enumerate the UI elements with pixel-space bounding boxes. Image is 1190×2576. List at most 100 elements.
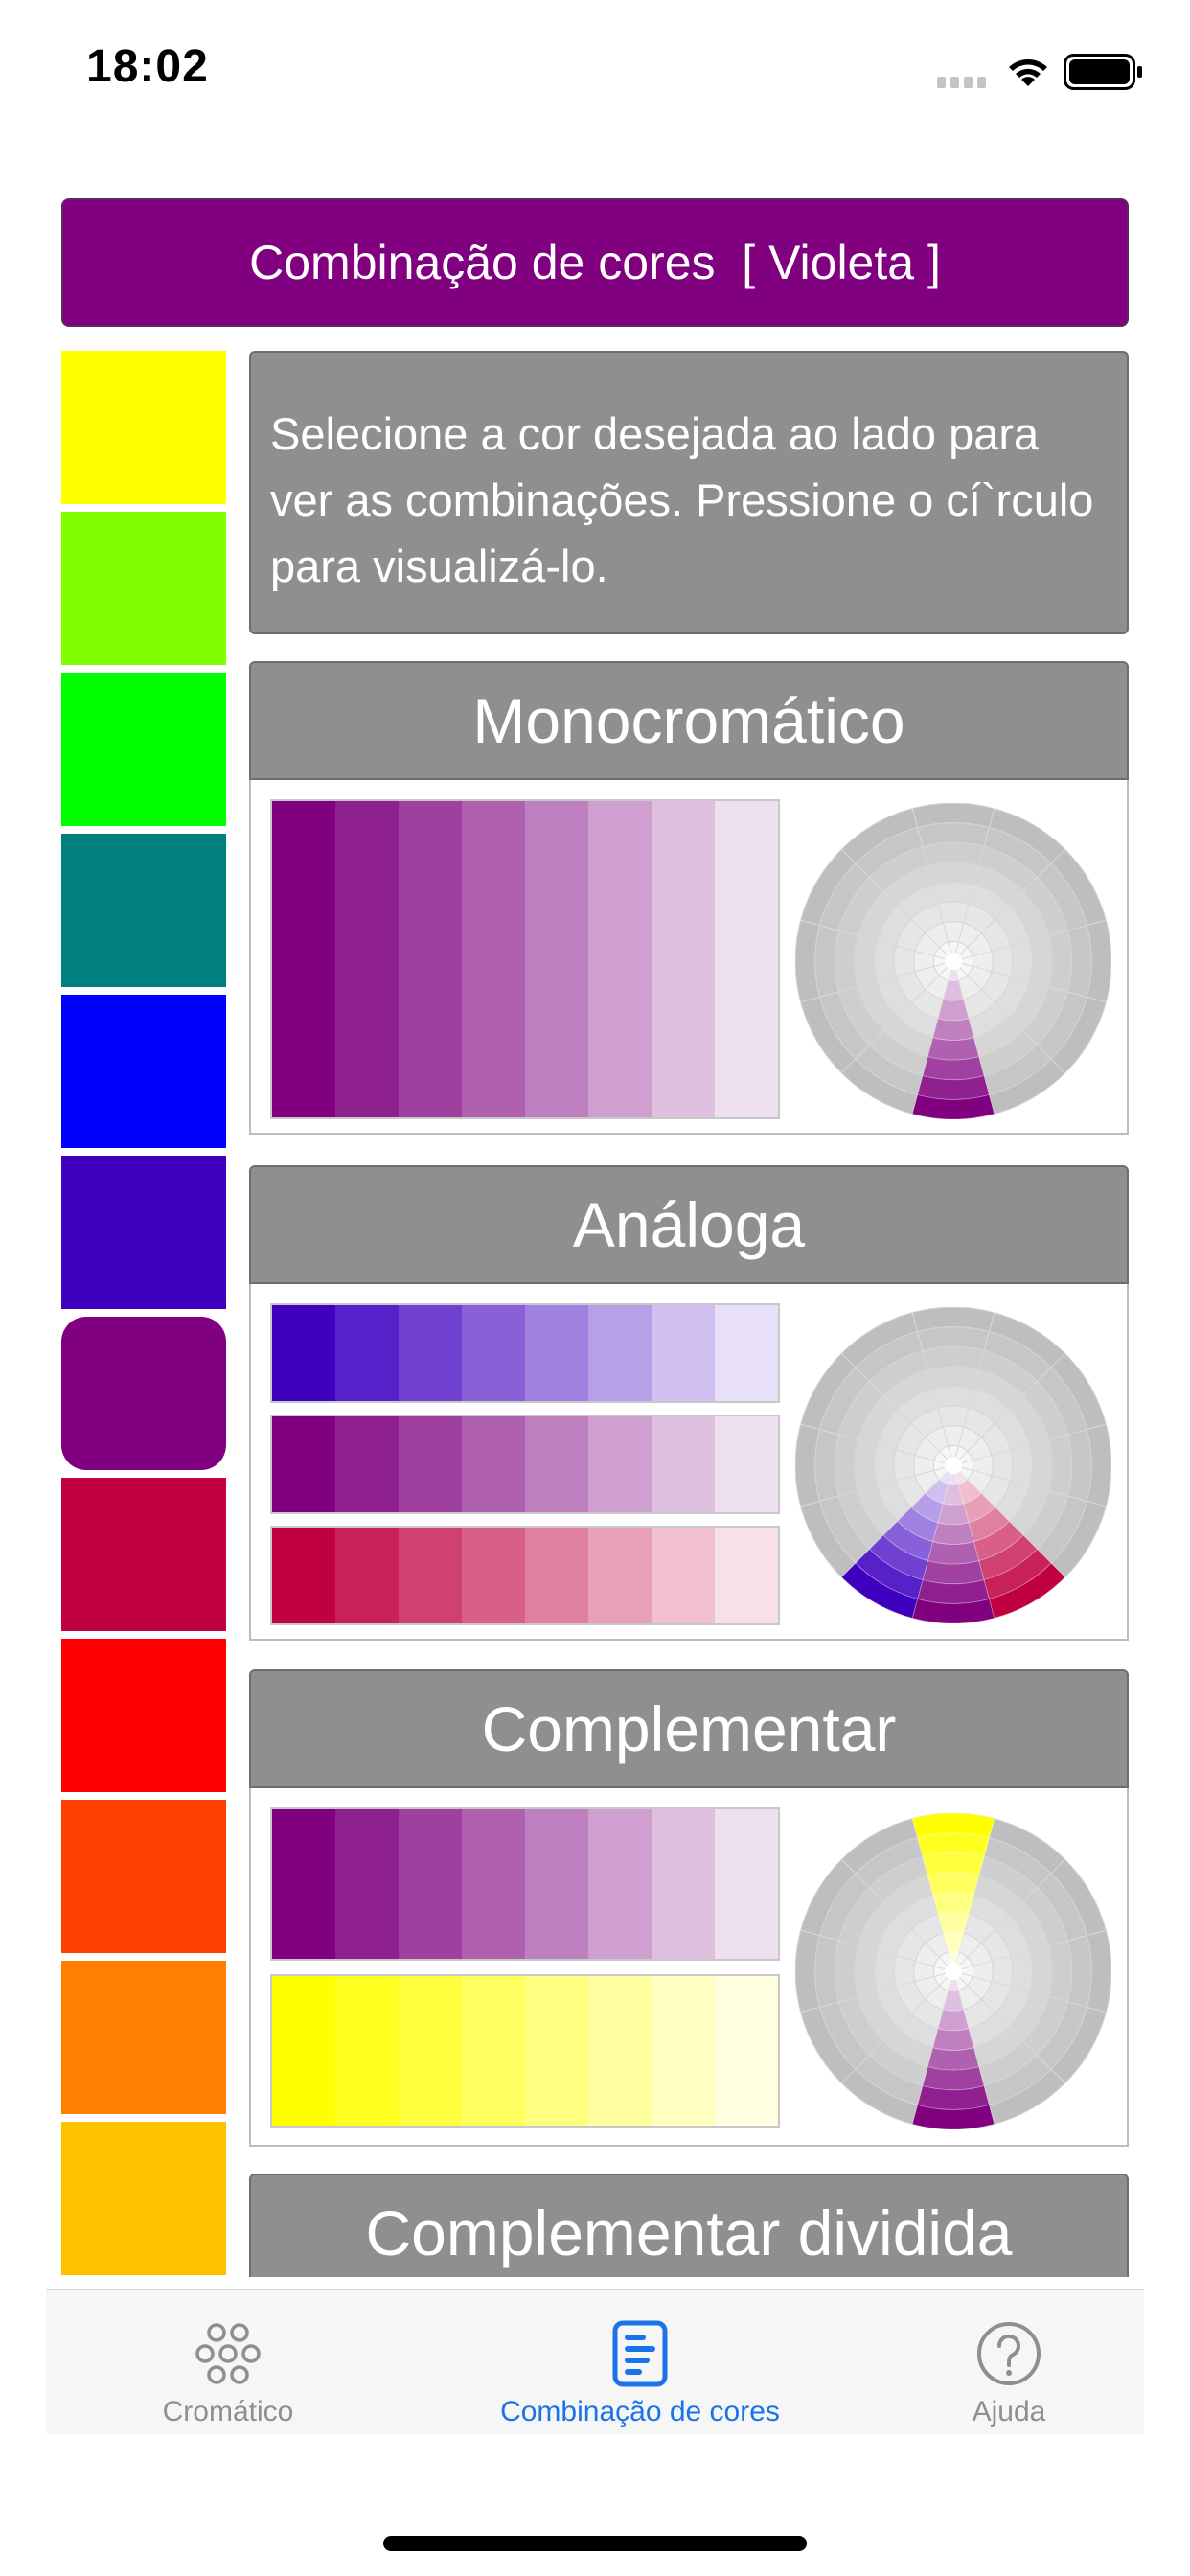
color-cell: [462, 1416, 525, 1512]
flower-circles-icon: [195, 2323, 261, 2384]
color-cell: [588, 1528, 652, 1623]
color-cell: [715, 1528, 778, 1623]
color-cell: [462, 801, 525, 1117]
color-cell: [399, 1809, 462, 1959]
tab-label: Cromático: [162, 2396, 294, 2427]
color-cell: [588, 1416, 652, 1512]
section-title-monocromatico: Monocromático: [249, 661, 1129, 780]
color-cell: [715, 1305, 778, 1401]
color-cell: [399, 801, 462, 1117]
wheel-wedge: [932, 2028, 974, 2051]
section-title-label: Complementar dividida: [365, 2197, 1013, 2268]
color-cell: [715, 1976, 778, 2126]
swatch-yellow[interactable]: [61, 351, 226, 504]
wheel-wedge: [927, 1872, 980, 1896]
wheel-wedge: [932, 1892, 974, 1915]
combinations-panel: Selecione a cor desejada ao lado para ve…: [247, 349, 1133, 2277]
swatch-blue[interactable]: [61, 995, 226, 1148]
color-cell: [525, 1809, 588, 1959]
color-cell: [652, 1528, 715, 1623]
section-monocromatico: [249, 780, 1129, 1135]
wheel-wedge: [927, 1541, 980, 1565]
color-cell: [272, 801, 335, 1117]
color-cell: [335, 1416, 399, 1512]
wheel-wedge: [932, 1522, 974, 1545]
page-title: Combinação de cores [ Violeta ]: [249, 236, 941, 289]
wheel-wedge: [922, 1560, 985, 1585]
color-cell: [652, 1976, 715, 2126]
color-strip: [270, 1526, 780, 1625]
wheel-wedge: [927, 2047, 980, 2071]
color-swatch-list: [61, 351, 226, 2277]
color-cell: [462, 1976, 525, 2126]
swatch-blue-violet[interactable]: [61, 1156, 226, 1309]
section-title-label: Complementar: [481, 1693, 897, 1764]
color-cell: [588, 1976, 652, 2126]
swatch-red-violet[interactable]: [61, 1478, 226, 1631]
color-strip: [270, 1414, 780, 1514]
color-cell: [399, 1976, 462, 2126]
color-cell: [335, 1305, 399, 1401]
wheel-wedge: [927, 1037, 980, 1061]
color-cell: [652, 1809, 715, 1959]
color-cell: [652, 1305, 715, 1401]
wheel-center: [945, 1963, 962, 1980]
color-cell: [462, 1528, 525, 1623]
color-cell: [715, 801, 778, 1117]
question-circle-icon: [977, 2322, 1041, 2385]
color-cell: [272, 1809, 335, 1959]
swatch-violet[interactable]: [61, 1317, 226, 1470]
wheel-wedge: [932, 1018, 974, 1041]
tab-bar: Cromático Combinação de cores Ajuda: [46, 2288, 1144, 2434]
color-cell: [525, 801, 588, 1117]
section-title-label: Análoga: [572, 1189, 806, 1260]
home-indicator: [383, 2536, 807, 2551]
section-title-label: Monocromático: [472, 685, 905, 756]
instructions-box: Selecione a cor desejada ao lado para ve…: [249, 351, 1129, 634]
app-screen: 18:02 Combinação de cores [ Violeta ] Se…: [0, 0, 1190, 2576]
color-cell: [335, 1528, 399, 1623]
color-cell: [652, 801, 715, 1117]
color-cell: [399, 1528, 462, 1623]
color-strip: [270, 1807, 780, 1961]
wifi-icon: [1009, 59, 1047, 86]
swatch-red-orange[interactable]: [61, 1800, 226, 1953]
swatch-green[interactable]: [61, 673, 226, 826]
color-wheel-complementar[interactable]: [795, 1813, 1111, 2129]
cellular-signal-icon: [937, 77, 986, 88]
color-cell: [588, 1305, 652, 1401]
color-cell: [272, 1528, 335, 1623]
color-cell: [588, 1809, 652, 1959]
color-cell: [272, 1416, 335, 1512]
tab-cromatico[interactable]: Cromático: [132, 2290, 324, 2434]
color-cell: [525, 1416, 588, 1512]
color-cell: [715, 1809, 778, 1959]
swatch-yellow-orange[interactable]: [61, 2122, 226, 2275]
color-cell: [462, 1809, 525, 1959]
color-cell: [399, 1305, 462, 1401]
color-wheel-analoga[interactable]: [795, 1307, 1111, 1623]
swatch-red[interactable]: [61, 1639, 226, 1792]
color-cell: [588, 801, 652, 1117]
color-wheel-monocromatico[interactable]: [795, 803, 1111, 1119]
wheel-center: [945, 1457, 962, 1474]
page-title-bar: Combinação de cores [ Violeta ]: [61, 198, 1129, 327]
battery-icon: [1064, 54, 1142, 90]
wheel-wedge: [937, 2009, 970, 2032]
color-cell: [272, 1976, 335, 2126]
color-cell: [335, 801, 399, 1117]
color-cell: [272, 1305, 335, 1401]
wheel-wedge: [922, 1852, 985, 1876]
swatch-yellow-green[interactable]: [61, 512, 226, 665]
document-list-icon: [612, 2320, 668, 2387]
color-strip: [270, 1974, 780, 2128]
wheel-wedge: [937, 1911, 970, 1934]
swatch-orange[interactable]: [61, 1961, 226, 2114]
swatch-teal[interactable]: [61, 834, 226, 987]
section-title-complementar-dividida: Complementar dividida: [249, 2174, 1129, 2277]
color-cell: [399, 1416, 462, 1512]
tab-combinacao-de-cores[interactable]: Combinação de cores: [448, 2290, 832, 2434]
section-title-complementar: Complementar: [249, 1669, 1129, 1788]
color-strip: [270, 799, 780, 1119]
tab-ajuda[interactable]: Ajuda: [913, 2290, 1105, 2434]
